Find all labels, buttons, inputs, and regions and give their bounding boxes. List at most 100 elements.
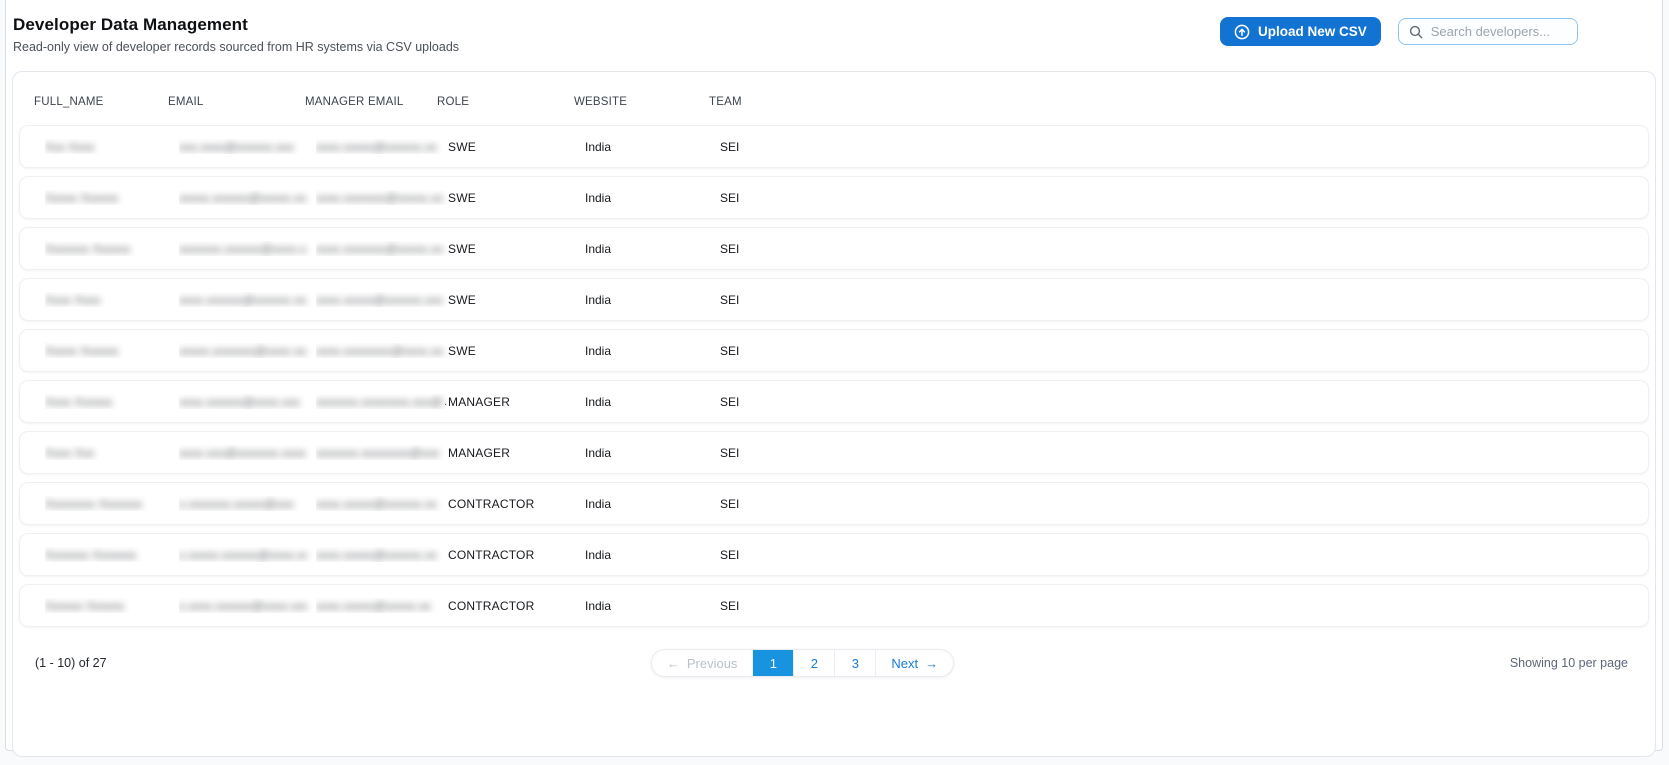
manager-email-redacted: xxxxxxx.xxxxxxxx@xxx — [316, 445, 440, 460]
website-cell: India — [585, 139, 612, 154]
column-header-team: TEAM — [709, 96, 742, 108]
website-cell: India — [585, 445, 612, 460]
main-panel: Developer Data Management Read-only view… — [5, 0, 1663, 757]
manager-email-suffix: . — [444, 395, 448, 408]
column-header-email: EMAIL — [168, 96, 204, 108]
results-range-label: (1 - 10) of 27 — [35, 656, 107, 670]
email-redacted: xxxxx.xxxxxx@xxxxx.xxx — [179, 190, 307, 205]
team-cell: SEI — [720, 139, 740, 154]
role-cell: MANAGER — [448, 445, 511, 460]
full-name-redacted: Xxxxxxx Xxxxxx — [45, 241, 131, 256]
previous-page-label: Previous — [686, 655, 738, 671]
team-cell: SEI — [720, 547, 740, 562]
table-row: Xxxx Xxxxxx xxxx.xxxxxx@xxxx.xxx xxxxxxx… — [19, 380, 1649, 423]
team-cell: SEI — [720, 445, 740, 460]
app-header: Developer Data Management Read-only view… — [6, 0, 1662, 54]
email-redacted: xxxx.xxxxxx@xxxx.xxx — [179, 394, 300, 409]
email-redacted: xxx.xxxx@xxxxxx.xxx — [179, 139, 294, 154]
website-cell: India — [585, 496, 612, 511]
role-cell: SWE — [448, 292, 476, 307]
previous-page-button[interactable]: ← Previous — [652, 650, 753, 676]
table-header-row: FULL_NAME EMAIL MANAGER EMAIL ROLE WEBSI… — [34, 96, 1655, 108]
search-box — [1397, 18, 1578, 45]
manager-email-redacted: xxxx.xxxxx@xxxxxx.xxx — [316, 292, 443, 307]
page-button-3[interactable]: 3 — [834, 650, 875, 676]
full-name-redacted: Xxx Xxxx — [45, 139, 95, 154]
full-name-redacted: Xxxxx Xxxxxx — [45, 190, 119, 205]
per-page-label: Showing 10 per page — [1509, 656, 1628, 670]
pagination: ← Previous 1 2 3 Next → — [650, 649, 955, 677]
upload-arrow-circle-icon — [1234, 24, 1250, 40]
upload-csv-button[interactable]: Upload New CSV — [1220, 17, 1381, 46]
table-row: Xxxxxxx Xxxxxxx x.xxxxx.xxxxxx@xxxx.xx x… — [19, 533, 1649, 576]
team-cell: SEI — [720, 496, 740, 511]
manager-email-redacted: xxxx.xxxxx@xxxxxx.xx — [316, 547, 437, 562]
manager-email-redacted: xxxx.xxxxxxxx@xxxx.xxx — [316, 343, 444, 358]
team-cell: SEI — [720, 292, 740, 307]
column-header-role: ROLE — [437, 96, 470, 108]
full-name-redacted: Xxxx Xxx — [45, 445, 95, 460]
manager-email-redacted: xxxx.xxxxxxx@xxxxx.xxx — [316, 190, 444, 205]
team-cell: SEI — [720, 241, 740, 256]
team-cell: SEI — [720, 190, 740, 205]
table-row: Xxxxxxx Xxxxxx xxxxxxx.xxxxxx@xxxx.x xxx … — [19, 227, 1649, 270]
upload-csv-button-label: Upload New CSV — [1258, 24, 1367, 39]
role-cell: SWE — [448, 343, 476, 358]
website-cell: India — [585, 394, 612, 409]
manager-email-redacted: xxxx.xxxxx@xxxxxx.xx — [316, 496, 437, 511]
full-name-redacted: Xxxx Xxxxxx — [45, 394, 113, 409]
team-cell: SEI — [720, 598, 740, 613]
role-cell: CONTRACTOR — [448, 496, 535, 511]
team-cell: SEI — [720, 343, 740, 358]
website-cell: India — [585, 598, 612, 613]
role-cell: CONTRACTOR — [448, 547, 535, 562]
full-name-redacted: Xxxx Xxxx — [45, 292, 101, 307]
role-cell: MANAGER — [448, 394, 511, 409]
email-redacted: xxxxx.xxxxxxx@xxxx.xxx — [179, 343, 307, 358]
table-footer: (1 - 10) of 27 ← Previous 1 2 3 Next → S… — [13, 649, 1655, 677]
website-cell: India — [585, 292, 612, 307]
manager-email-redacted: xxxxxxx.xxxxxxxx.xxx@xx — [316, 394, 444, 409]
website-cell: India — [585, 343, 612, 358]
arrow-left-icon: ← — [666, 655, 680, 671]
next-page-label: Next — [891, 655, 919, 671]
full-name-redacted: Xxxxxx Xxxxxx — [45, 598, 125, 613]
email-redacted: xxxxxxx.xxxxxx@xxxx.xxxx — [179, 241, 307, 256]
role-cell: SWE — [448, 139, 476, 154]
website-cell: India — [585, 241, 612, 256]
table-row: Xxxxxx Xxxxxx x.xxxx.xxxxxx@xxxx.xxx xxx… — [19, 584, 1649, 627]
next-page-button[interactable]: Next → — [875, 650, 953, 676]
team-cell: SEI — [720, 394, 740, 409]
search-icon — [1409, 25, 1423, 39]
table-row: Xxxx Xxx xxxx.xxx@xxxxxxx.xxxx xxxxxxx.x… — [19, 431, 1649, 474]
column-header-website: WEBSITE — [574, 96, 628, 108]
developers-table: FULL_NAME EMAIL MANAGER EMAIL ROLE WEBSI… — [12, 71, 1656, 757]
email-redacted: x.xxxx.xxxxxx@xxxx.xxx — [179, 598, 307, 613]
manager-email-redacted: xxxx.xxxxxxx@xxxxx.xxx — [316, 241, 444, 256]
table-row: Xxxx Xxxx xxxx.xxxxxx@xxxxxx.xxx xxxx.xx… — [19, 278, 1649, 321]
table-row: Xxxxx Xxxxxx xxxxx.xxxxxx@xxxxx.xxx xxxx… — [19, 176, 1649, 219]
search-input[interactable] — [1430, 24, 1567, 39]
website-cell: India — [585, 547, 612, 562]
email-redacted: x.xxxxx.xxxxxx@xxxx.xx — [179, 547, 307, 562]
arrow-right-icon: → — [925, 655, 939, 671]
email-redacted: xxxx.xxxxxx@xxxxxx.xxx — [179, 292, 307, 307]
header-controls: Upload New CSV — [1220, 17, 1578, 46]
role-cell: CONTRACTOR — [448, 598, 535, 613]
manager-email-redacted: xxxx.xxxxx@xxxxxx.xx — [316, 139, 437, 154]
column-header-manager-email: MANAGER EMAIL — [305, 96, 404, 108]
column-header-full-name: FULL_NAME — [34, 96, 104, 108]
page-button-1[interactable]: 1 — [752, 650, 794, 676]
table-row: Xxxxx Xxxxxx xxxxx.xxxxxxx@xxxx.xxx xxxx… — [19, 329, 1649, 372]
table-row: Xxxxxxxx Xxxxxxx x.xxxxxxx.xxxxx@xxx xxx… — [19, 482, 1649, 525]
role-cell: SWE — [448, 241, 476, 256]
website-cell: India — [585, 190, 612, 205]
page-button-2[interactable]: 2 — [793, 650, 834, 676]
email-redacted: xxxx.xxx@xxxxxxx.xxxx — [179, 445, 306, 460]
email-redacted: x.xxxxxxx.xxxxx@xxx — [179, 496, 294, 511]
full-name-redacted: Xxxxxxx Xxxxxxx — [45, 547, 137, 562]
table-row: Xxx Xxxx xxx.xxxx@xxxxxx.xxx xxxx.xxxxx@… — [19, 125, 1649, 168]
table-body: Xxx Xxxx xxx.xxxx@xxxxxx.xxx xxxx.xxxxx@… — [13, 125, 1655, 627]
full-name-redacted: Xxxxxxxx Xxxxxxx — [45, 496, 143, 511]
full-name-redacted: Xxxxx Xxxxxx — [45, 343, 119, 358]
